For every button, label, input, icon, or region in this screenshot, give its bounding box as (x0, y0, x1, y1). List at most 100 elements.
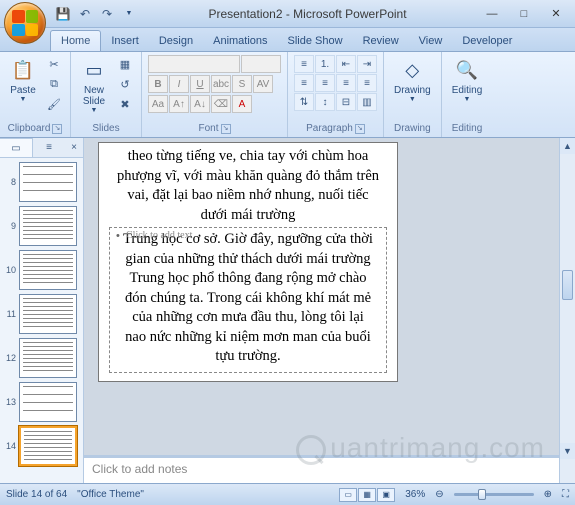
tab-slideshow[interactable]: Slide Show (278, 31, 353, 51)
normal-view-button[interactable]: ▭ (339, 488, 357, 502)
sorter-view-button[interactable]: ▦ (358, 488, 376, 502)
slide-title-text[interactable]: theo từng tiếng ve, chia tay với chùm ho… (99, 143, 397, 229)
panel-tab-slides[interactable]: ▭ (0, 138, 33, 157)
char-spacing-button[interactable]: AV (253, 75, 273, 93)
paragraph-launcher[interactable]: ↘ (355, 124, 365, 134)
undo-icon[interactable]: ↶ (76, 5, 94, 23)
paste-button[interactable]: 📋 Paste ▼ (6, 55, 40, 105)
fit-window-button[interactable]: ⛶ (562, 489, 569, 500)
redo-icon[interactable]: ↷ (98, 5, 116, 23)
new-slide-icon: ▭ (81, 57, 107, 83)
text-direction-button[interactable]: ↕ (315, 93, 335, 111)
save-icon[interactable]: 💾 (54, 5, 72, 23)
numbering-button[interactable]: 1. (315, 55, 335, 73)
line-spacing-button[interactable]: ⇅ (294, 93, 314, 111)
bullets-button[interactable]: ≡ (294, 55, 314, 73)
maximize-button[interactable]: □ (509, 4, 539, 24)
delete-slide-icon[interactable]: ✖ (115, 95, 135, 113)
tab-animations[interactable]: Animations (203, 31, 277, 51)
font-size-select[interactable] (241, 55, 281, 73)
underline-button[interactable]: U (190, 75, 210, 93)
font-launcher[interactable]: ↘ (221, 124, 231, 134)
scroll-down-icon[interactable]: ▼ (560, 443, 575, 459)
format-painter-icon[interactable]: 🖌 (44, 95, 64, 113)
tab-developer[interactable]: Developer (452, 31, 522, 51)
find-icon: 🔍 (454, 57, 480, 83)
new-slide-button[interactable]: ▭ New Slide ▼ (77, 55, 111, 116)
tab-view[interactable]: View (409, 31, 453, 51)
thumb-11[interactable]: 11 (2, 294, 81, 334)
drawing-button[interactable]: ◇ Drawing ▼ (390, 55, 435, 105)
strike-button[interactable]: abc (211, 75, 231, 93)
office-button[interactable] (4, 2, 46, 44)
slide-panel: ▭ ≡ × 8 9 10 11 12 13 14 (0, 138, 84, 483)
thumbnail-list[interactable]: 8 9 10 11 12 13 14 (0, 158, 83, 483)
cut-icon[interactable]: ✂ (44, 55, 64, 73)
italic-button[interactable]: I (169, 75, 189, 93)
shrink-font-button[interactable]: A↓ (190, 95, 210, 113)
align-right-button[interactable]: ≡ (336, 74, 356, 92)
panel-tab-outline[interactable]: ≡ (33, 138, 65, 157)
scroll-thumb[interactable] (562, 270, 573, 300)
tab-home[interactable]: Home (50, 30, 101, 51)
chevron-down-icon: ▼ (409, 96, 416, 103)
bold-button[interactable]: B (148, 75, 168, 93)
thumb-14[interactable]: 14 (2, 426, 81, 466)
chevron-down-icon: ▼ (91, 107, 98, 114)
slide-stage[interactable]: theo từng tiếng ve, chia tay với chùm ho… (84, 138, 575, 483)
thumb-9[interactable]: 9 (2, 206, 81, 246)
shadow-button[interactable]: S (232, 75, 252, 93)
vertical-scrollbar[interactable]: ▲ ▼ (559, 138, 575, 483)
align-text-button[interactable]: ⊟ (336, 93, 356, 111)
tab-review[interactable]: Review (353, 31, 409, 51)
decrease-indent-button[interactable]: ⇤ (336, 55, 356, 73)
window-controls: — □ ✕ (477, 4, 571, 24)
group-paragraph: ≡ 1. ⇤ ⇥ ≡ ≡ ≡ ≡ ⇅ ↕ ⊟ ▥ Paragraph↘ (288, 52, 384, 137)
status-theme: "Office Theme" (77, 489, 144, 500)
close-button[interactable]: ✕ (541, 4, 571, 24)
copy-icon[interactable]: ⧉ (44, 75, 64, 93)
panel-close-button[interactable]: × (65, 138, 83, 157)
align-center-button[interactable]: ≡ (315, 74, 335, 92)
group-editing: 🔍 Editing ▼ Editing (442, 52, 493, 137)
notes-pane[interactable]: Click to add notes (84, 455, 559, 483)
slide-canvas[interactable]: theo từng tiếng ve, chia tay với chùm ho… (98, 142, 398, 382)
align-left-button[interactable]: ≡ (294, 74, 314, 92)
editing-label: Editing (452, 123, 483, 134)
drawing-label: Drawing (394, 123, 431, 134)
drawing-btn-label: Drawing (394, 85, 431, 96)
reset-icon[interactable]: ↺ (115, 75, 135, 93)
zoom-in-button[interactable]: ⊕ (544, 489, 552, 500)
minimize-button[interactable]: — (477, 4, 507, 24)
thumb-10[interactable]: 10 (2, 250, 81, 290)
grow-font-button[interactable]: A↑ (169, 95, 189, 113)
zoom-slider[interactable] (454, 493, 534, 496)
scroll-up-icon[interactable]: ▲ (560, 138, 575, 154)
zoom-out-button[interactable]: ⊖ (435, 489, 443, 500)
change-case-button[interactable]: Aa (148, 95, 168, 113)
slide-body-text[interactable]: Trung học cơ sở. Giờ đây, ngưỡng cửa thờ… (116, 230, 380, 367)
justify-button[interactable]: ≡ (357, 74, 377, 92)
tab-design[interactable]: Design (149, 31, 203, 51)
tab-insert[interactable]: Insert (101, 31, 149, 51)
thumb-13[interactable]: 13 (2, 382, 81, 422)
zoom-knob[interactable] (478, 489, 486, 500)
slideshow-view-button[interactable]: ▣ (377, 488, 395, 502)
clipboard-label: Clipboard (8, 123, 51, 134)
editing-button[interactable]: 🔍 Editing ▼ (448, 55, 487, 105)
font-family-select[interactable] (148, 55, 240, 73)
font-label: Font (198, 123, 218, 134)
clipboard-launcher[interactable]: ↘ (52, 124, 62, 134)
chevron-down-icon: ▼ (20, 96, 27, 103)
columns-button[interactable]: ▥ (357, 93, 377, 111)
qat-dropdown-icon[interactable]: ▼ (120, 5, 138, 23)
layout-icon[interactable]: ▦ (115, 55, 135, 73)
group-clipboard: 📋 Paste ▼ ✂ ⧉ 🖌 Clipboard↘ (0, 52, 71, 137)
placeholder-hint: Click to add text (126, 230, 192, 241)
increase-indent-button[interactable]: ⇥ (357, 55, 377, 73)
thumb-8[interactable]: 8 (2, 162, 81, 202)
font-color-button[interactable]: A (232, 95, 252, 113)
clear-format-button[interactable]: ⌫ (211, 95, 231, 113)
content-placeholder[interactable]: Click to add text Trung học cơ sở. Giờ đ… (109, 227, 387, 373)
thumb-12[interactable]: 12 (2, 338, 81, 378)
